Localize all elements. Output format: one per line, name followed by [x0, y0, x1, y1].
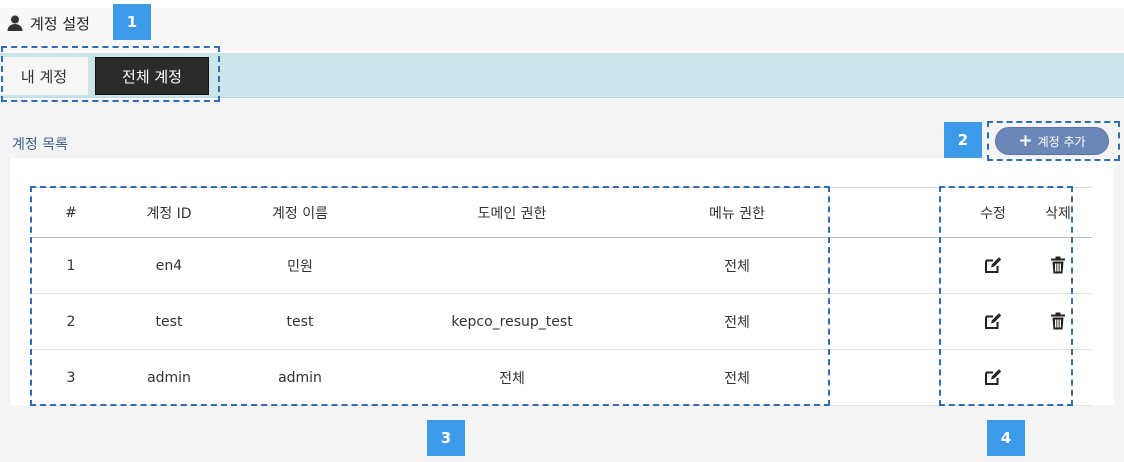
add-account-label: 계정 추가: [1037, 134, 1086, 149]
col-header-edit: 수정: [980, 205, 1006, 222]
edit-icon[interactable]: [982, 366, 1004, 388]
user-icon: [6, 14, 24, 32]
section-title: 계정 목록: [12, 137, 68, 153]
cell-number: 1: [66, 257, 76, 274]
account-table: # 계정 ID 계정 이름 도메인 권한 메뉴 권한 수정 삭제 1 en4 민…: [32, 187, 1092, 406]
cell-edit: [962, 238, 1024, 294]
col-header-number: #: [65, 204, 77, 221]
plus-icon: +: [1018, 130, 1033, 151]
cell-delete: [1024, 294, 1092, 350]
annotation-badge-1: 1: [113, 4, 151, 40]
page-title-text: 계정 설정: [30, 14, 90, 33]
edit-icon[interactable]: [982, 254, 1004, 276]
cell-delete: [1024, 350, 1092, 406]
table-row: 3 admin admin 전체 전체: [32, 350, 1092, 406]
cell-menu-permission: 전체: [724, 370, 750, 387]
annotation-badge-3: 3: [427, 420, 465, 456]
trash-icon[interactable]: [1047, 310, 1069, 332]
edit-icon[interactable]: [982, 310, 1004, 332]
cell-menu-permission: 전체: [724, 258, 750, 275]
tab-bar: 내 계정 전체 계정: [0, 53, 1124, 98]
cell-account-name: test: [286, 313, 314, 330]
cell-spacer: [822, 238, 962, 294]
cell-spacer: [822, 350, 962, 406]
tab-my-account[interactable]: 내 계정: [0, 57, 88, 95]
col-header-domain-permission: 도메인 권한: [477, 205, 547, 222]
cell-domain-permission: [372, 238, 652, 294]
cell-edit: [962, 350, 1024, 406]
cell-account-id: en4: [155, 257, 183, 274]
cell-account-name: admin: [278, 369, 322, 386]
cell-menu-permission: 전체: [724, 314, 750, 331]
cell-domain-permission: kepco_resup_test: [451, 313, 573, 330]
col-header-delete: 삭제: [1045, 205, 1071, 222]
cell-number: 3: [66, 369, 76, 386]
tab-all-accounts[interactable]: 전체 계정: [95, 57, 209, 95]
cell-edit: [962, 294, 1024, 350]
table-row: 2 test test kepco_resup_test 전체: [32, 294, 1092, 350]
table-row: 1 en4 민원 전체: [32, 238, 1092, 294]
col-header-spacer: [822, 188, 962, 238]
cell-number: 2: [66, 313, 76, 330]
annotation-badge-2: 2: [944, 122, 982, 158]
trash-icon[interactable]: [1047, 254, 1069, 276]
cell-account-name: 민원: [287, 258, 313, 275]
page-title: 계정 설정: [6, 8, 90, 38]
cell-delete: [1024, 238, 1092, 294]
cell-account-id: admin: [147, 369, 191, 386]
cell-domain-permission: 전체: [499, 370, 525, 387]
cell-account-id: test: [155, 313, 183, 330]
col-header-account-name: 계정 이름: [272, 205, 328, 222]
col-header-account-id: 계정 ID: [146, 205, 192, 222]
top-bar: [0, 8, 1124, 53]
col-header-menu-permission: 메뉴 권한: [709, 205, 765, 222]
table-header-row: # 계정 ID 계정 이름 도메인 권한 메뉴 권한 수정 삭제: [32, 187, 1092, 238]
cell-spacer: [822, 294, 962, 350]
annotation-badge-4: 4: [987, 420, 1025, 456]
add-account-button[interactable]: + 계정 추가: [995, 127, 1109, 155]
